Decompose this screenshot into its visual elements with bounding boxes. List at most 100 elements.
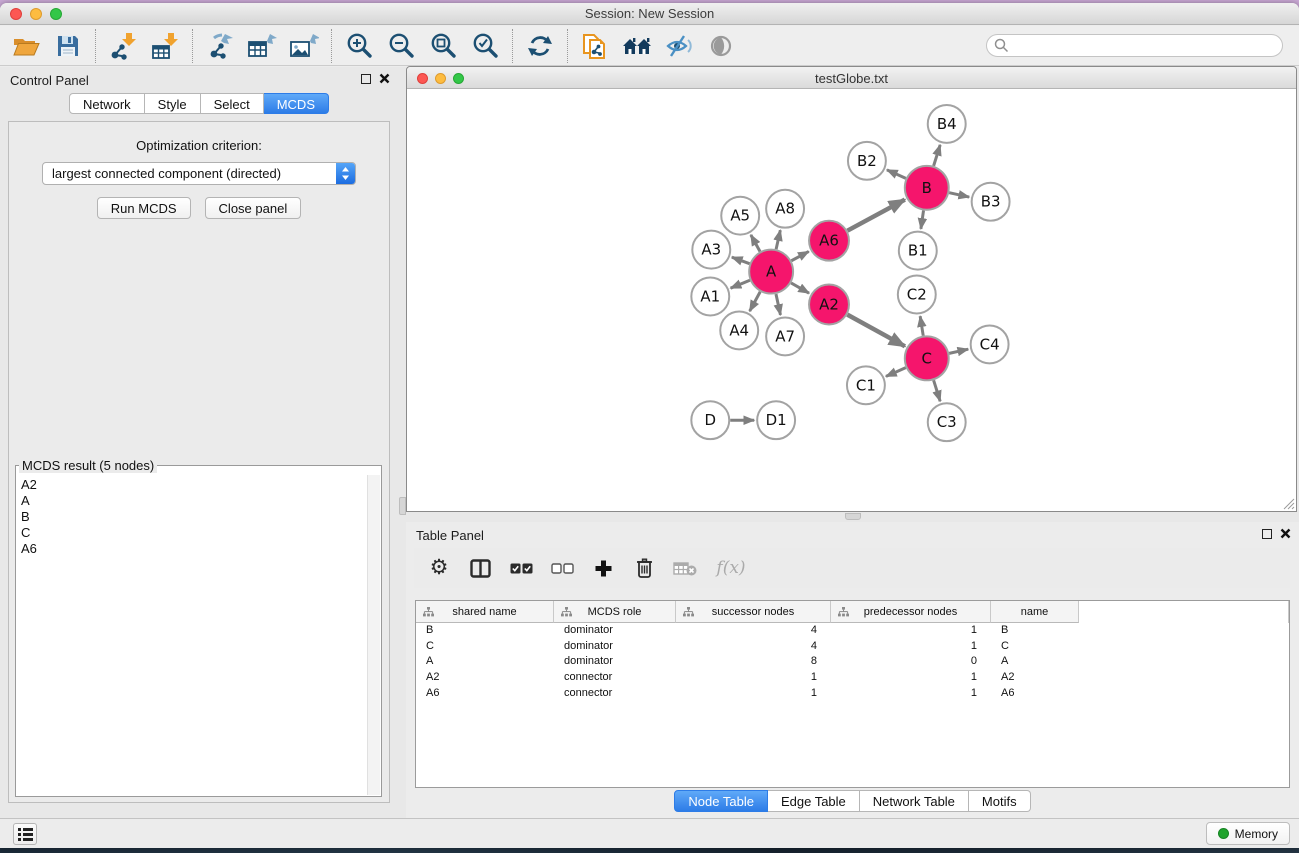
import-table-button[interactable] — [149, 30, 181, 62]
table-row[interactable]: A6connector11A6 — [416, 686, 1289, 702]
graph-edge-A6-B[interactable] — [847, 200, 904, 231]
export-network-button[interactable] — [204, 30, 236, 62]
zoom-in-icon — [346, 32, 373, 59]
function-builder-button[interactable]: f(x) — [713, 555, 749, 581]
table-row[interactable]: Cdominator41C — [416, 639, 1289, 655]
function-icon: f(x) — [716, 558, 745, 578]
vertical-splitter-handle[interactable] — [399, 497, 406, 515]
zoom-fit-button[interactable] — [427, 30, 459, 62]
column-header-shared-name[interactable]: shared name — [416, 601, 554, 623]
graph-edge-A-A4[interactable] — [750, 292, 761, 311]
zoom-out-button[interactable] — [385, 30, 417, 62]
table-options-button[interactable]: ⚙ — [426, 555, 452, 581]
table-row[interactable]: Bdominator41B — [416, 623, 1289, 639]
float-panel-icon[interactable] — [1262, 529, 1272, 539]
search-input[interactable] — [986, 34, 1283, 57]
memory-button[interactable]: Memory — [1206, 822, 1290, 845]
column-header-mcds-role[interactable]: MCDS role — [554, 601, 676, 623]
result-item[interactable]: B — [21, 509, 362, 525]
close-panel-icon[interactable] — [379, 73, 390, 84]
columns-icon — [470, 559, 491, 578]
hide-visual-properties-button[interactable] — [663, 30, 695, 62]
criterion-dropdown[interactable]: largest connected component (directed) — [42, 162, 356, 185]
table-tab-motifs[interactable]: Motifs — [969, 790, 1031, 812]
zoom-out-icon — [388, 32, 415, 59]
mcds-result-list[interactable]: A2ABCA6 — [17, 475, 366, 795]
show-visual-properties-button[interactable] — [705, 30, 737, 62]
close-panel-button[interactable]: Close panel — [205, 197, 302, 219]
result-item[interactable]: C — [21, 525, 362, 541]
network-graph-canvas[interactable]: B4B2BB3A5A8A6B1A3AC2A1A2A4A7C4CC1DD1C3 — [407, 90, 1296, 511]
table-tab-edge-table[interactable]: Edge Table — [768, 790, 860, 812]
graph-edge-B-B4[interactable] — [934, 145, 941, 166]
graph-edge-C-C2[interactable] — [920, 316, 923, 335]
zoom-in-button[interactable] — [343, 30, 375, 62]
node-table: shared nameMCDS rolesuccessor nodesprede… — [415, 600, 1290, 788]
table-cell: 1 — [831, 670, 991, 686]
select-all-button[interactable] — [508, 555, 534, 581]
result-item[interactable]: A2 — [21, 477, 362, 493]
table-cell: dominator — [554, 623, 676, 639]
delete-columns-button[interactable] — [631, 555, 657, 581]
task-history-button[interactable] — [13, 823, 37, 845]
float-panel-icon[interactable] — [361, 74, 371, 84]
import-network-button[interactable] — [107, 30, 139, 62]
create-column-button[interactable] — [590, 555, 616, 581]
table-cell: dominator — [554, 639, 676, 655]
graph-edge-C-C1[interactable] — [886, 368, 906, 377]
duplicate-network-button[interactable] — [579, 30, 611, 62]
result-list-scrollbar[interactable] — [367, 475, 380, 795]
graph-node-label: C — [922, 349, 932, 367]
search-icon — [994, 38, 1009, 53]
graph-node-label: D — [705, 411, 717, 429]
run-mcds-button[interactable]: Run MCDS — [97, 197, 191, 219]
horizontal-splitter-handle[interactable] — [845, 513, 861, 520]
tab-style[interactable]: Style — [145, 93, 201, 114]
column-header-predecessor-nodes[interactable]: predecessor nodes — [831, 601, 991, 623]
unchecked-boxes-icon — [551, 563, 574, 574]
graph-edge-C-C3[interactable] — [934, 380, 941, 401]
graph-node-label: A6 — [819, 232, 839, 250]
table-tab-network-table[interactable]: Network Table — [860, 790, 969, 812]
table-tab-node-table[interactable]: Node Table — [674, 790, 768, 812]
graph-edge-A2-C[interactable] — [847, 315, 905, 347]
deselect-all-button[interactable] — [549, 555, 575, 581]
save-session-button[interactable] — [52, 30, 84, 62]
graph-edge-A-A1[interactable] — [731, 280, 750, 288]
graph-edge-A-A5[interactable] — [751, 235, 760, 252]
resize-grip-icon[interactable] — [1282, 497, 1295, 510]
export-table-button[interactable] — [246, 30, 278, 62]
table-cell: A — [991, 654, 1079, 670]
home-button[interactable] — [621, 30, 653, 62]
zoom-selected-button[interactable] — [469, 30, 501, 62]
result-item[interactable]: A6 — [21, 541, 362, 557]
graph-edge-A-A2[interactable] — [791, 283, 809, 293]
graph-edge-A-A3[interactable] — [732, 257, 750, 263]
graph-edge-C-C4[interactable] — [949, 349, 968, 353]
open-session-button[interactable] — [10, 30, 42, 62]
tab-network[interactable]: Network — [69, 93, 145, 114]
graph-edge-B-B3[interactable] — [949, 193, 969, 197]
table-cell: A6 — [416, 686, 554, 702]
graph-edge-B-B2[interactable] — [887, 170, 906, 179]
split-columns-button[interactable] — [467, 555, 493, 581]
export-image-button[interactable] — [288, 30, 320, 62]
result-item[interactable]: A — [21, 493, 362, 509]
import-network-icon — [109, 32, 137, 60]
column-header-name[interactable]: name — [991, 601, 1079, 623]
graph-edge-A-A8[interactable] — [776, 230, 780, 249]
graph-edge-A-A6[interactable] — [791, 251, 808, 260]
graph-node-label: A1 — [700, 287, 720, 305]
tab-select[interactable]: Select — [201, 93, 264, 114]
delete-table-button[interactable] — [672, 555, 698, 581]
close-panel-icon[interactable] — [1280, 528, 1291, 539]
graph-edge-A-A7[interactable] — [776, 294, 781, 315]
refresh-button[interactable] — [524, 30, 556, 62]
graph-edge-B-B1[interactable] — [921, 210, 924, 228]
column-header-successor-nodes[interactable]: successor nodes — [676, 601, 831, 623]
tab-mcds[interactable]: MCDS — [264, 93, 329, 114]
search-container — [986, 34, 1283, 57]
table-row[interactable]: Adominator80A — [416, 654, 1289, 670]
table-row[interactable]: A2connector11A2 — [416, 670, 1289, 686]
plus-icon — [594, 559, 613, 578]
